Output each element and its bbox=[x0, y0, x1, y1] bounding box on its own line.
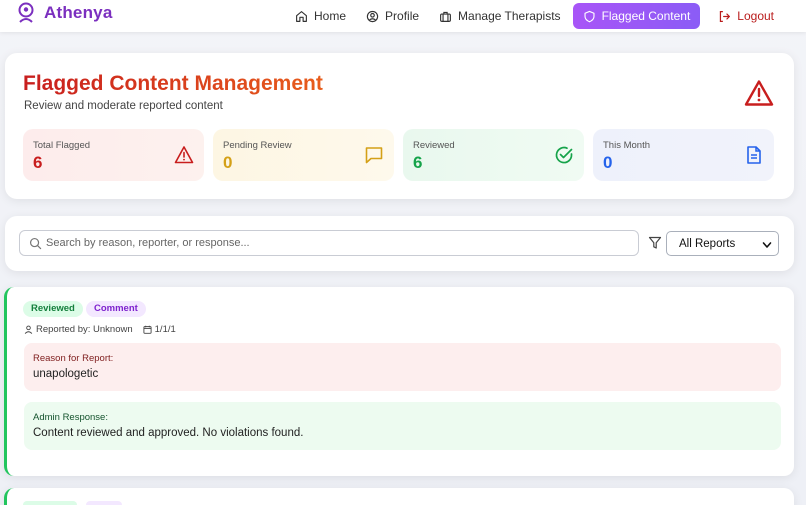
report-filter-select[interactable]: All Reports bbox=[666, 231, 779, 256]
report-card bbox=[4, 488, 794, 505]
stat-label: Reviewed bbox=[413, 140, 455, 151]
reason-label: Reason for Report: bbox=[33, 353, 114, 364]
home-icon bbox=[296, 10, 307, 22]
nav-profile[interactable]: Profile bbox=[356, 3, 429, 29]
top-navbar: Athenya Home Profile Manage Therapists F… bbox=[0, 0, 806, 32]
chevron-down-icon bbox=[762, 242, 772, 248]
user-icon bbox=[24, 325, 33, 334]
nav-logout[interactable]: Logout bbox=[708, 3, 784, 29]
nav-profile-label: Profile bbox=[385, 9, 420, 23]
message-icon bbox=[365, 147, 383, 164]
calendar-icon bbox=[143, 325, 152, 334]
document-icon bbox=[747, 146, 761, 164]
stat-value: 0 bbox=[603, 153, 613, 172]
report-meta: Reported by: Unknown 1/1/1 bbox=[24, 324, 176, 335]
report-card: Reviewed Comment Reported by: Unknown 1/… bbox=[4, 287, 794, 476]
brand-logo-icon bbox=[18, 2, 34, 23]
reason-text: unapologetic bbox=[33, 368, 99, 380]
status-badge: Reviewed bbox=[23, 301, 83, 317]
check-circle-icon bbox=[555, 146, 573, 164]
nav-logout-label: Logout bbox=[737, 9, 774, 23]
report-date: 1/1/1 bbox=[154, 324, 176, 335]
profile-icon bbox=[366, 10, 379, 22]
stat-label: Total Flagged bbox=[33, 140, 91, 151]
logout-icon bbox=[720, 10, 731, 22]
search-box bbox=[19, 230, 639, 256]
warning-icon bbox=[744, 80, 774, 106]
stat-label: Pending Review bbox=[223, 140, 292, 151]
nav-flagged-content-label: Flagged Content bbox=[601, 9, 691, 23]
stat-label: This Month bbox=[603, 140, 650, 151]
admin-response-text: Content reviewed and approved. No violat… bbox=[33, 427, 304, 439]
page-title: Flagged Content Management bbox=[23, 72, 323, 95]
stat-total-flagged: Total Flagged 6 bbox=[23, 129, 204, 181]
page-subtitle: Review and moderate reported content bbox=[24, 100, 223, 112]
search-icon bbox=[29, 237, 42, 250]
stat-value: 6 bbox=[33, 153, 43, 172]
nav-manage-therapists-label: Manage Therapists bbox=[458, 9, 561, 23]
brand-name: Athenya bbox=[44, 3, 113, 22]
admin-response-label: Admin Response: bbox=[33, 412, 108, 423]
content-type-badge: Comment bbox=[86, 301, 146, 317]
nav-manage-therapists[interactable]: Manage Therapists bbox=[429, 3, 571, 29]
report-filter-value: All Reports bbox=[679, 238, 736, 250]
search-filter-card: All Reports bbox=[5, 216, 794, 271]
stat-value: 6 bbox=[413, 153, 423, 172]
stat-this-month: This Month 0 bbox=[593, 129, 774, 181]
warning-icon bbox=[174, 146, 194, 164]
admin-response-box: Admin Response: Content reviewed and app… bbox=[24, 402, 781, 450]
search-input[interactable] bbox=[46, 234, 631, 252]
filter-icon bbox=[648, 236, 662, 249]
nav-home-label: Home bbox=[314, 9, 347, 23]
reason-box: Reason for Report: unapologetic bbox=[24, 343, 781, 391]
status-badge bbox=[23, 501, 77, 505]
stat-pending-review: Pending Review 0 bbox=[213, 129, 394, 181]
header-card: Flagged Content Management Review and mo… bbox=[5, 53, 794, 199]
briefcase-icon bbox=[440, 11, 451, 22]
nav-home[interactable]: Home bbox=[285, 3, 356, 29]
shield-icon bbox=[584, 10, 595, 22]
stat-reviewed: Reviewed 6 bbox=[403, 129, 584, 181]
stat-value: 0 bbox=[223, 153, 233, 172]
content-type-badge bbox=[86, 501, 122, 505]
nav-flagged-content[interactable]: Flagged Content bbox=[572, 3, 701, 29]
brand[interactable]: Athenya bbox=[16, 2, 112, 24]
reporter-text: Reported by: Unknown bbox=[36, 324, 133, 335]
